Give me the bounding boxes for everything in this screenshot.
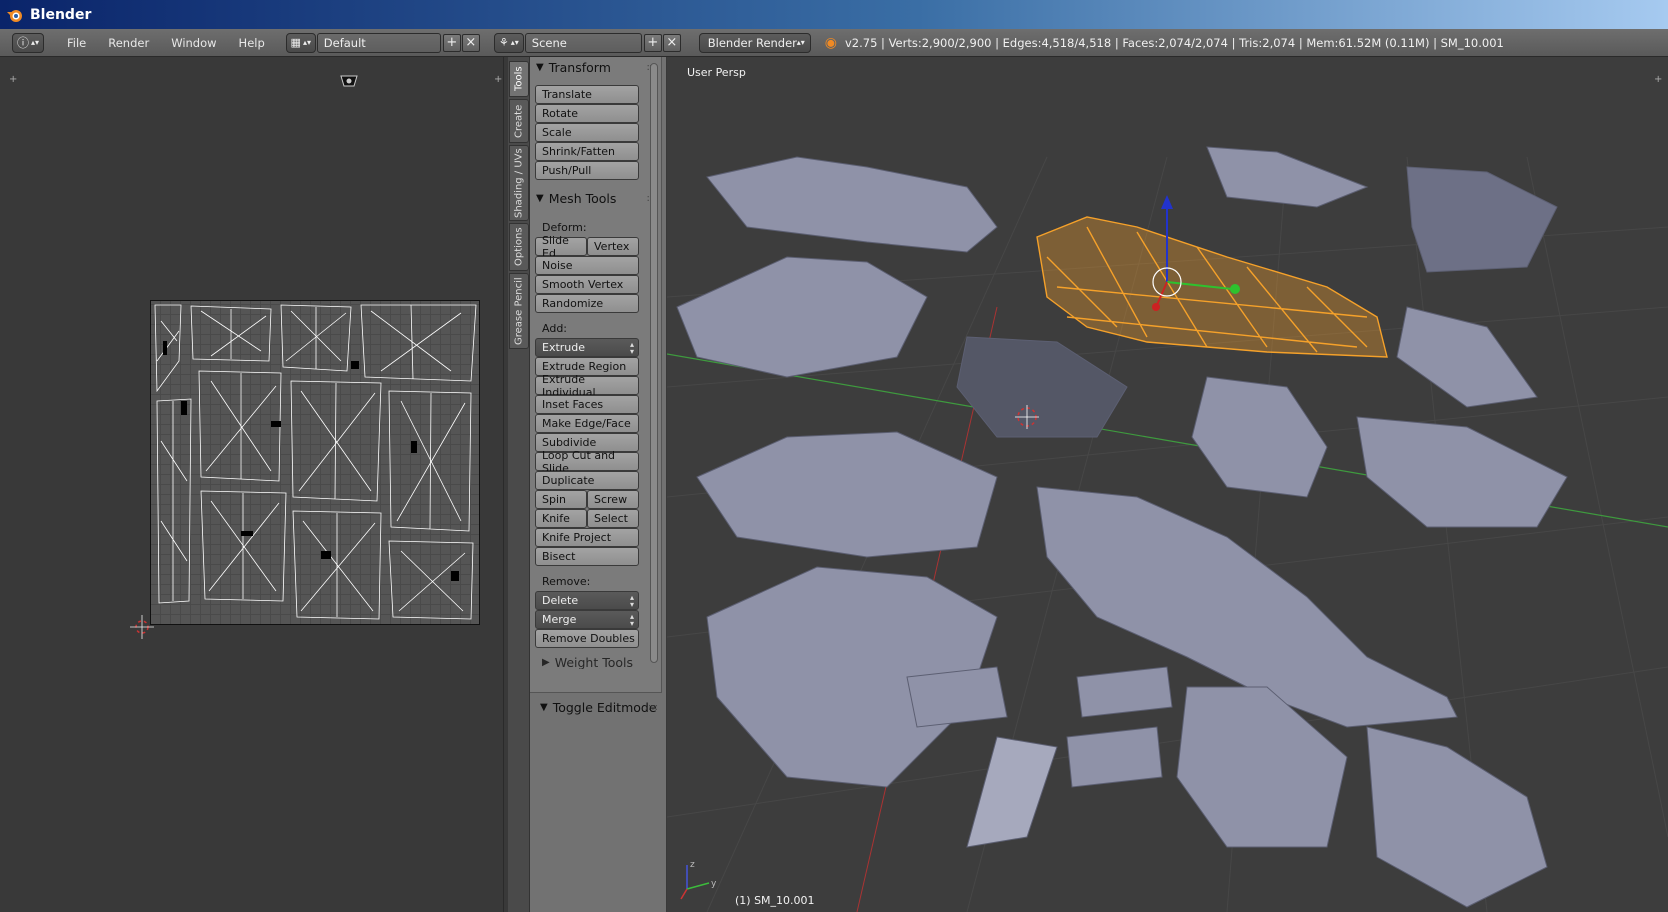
tab-tools[interactable]: Tools [509,61,529,97]
collapse-triangle-icon: ▼ [536,192,544,204]
spin-button[interactable]: Spin [535,490,587,509]
extrude-individual-button[interactable]: Extrude Individual [535,373,639,399]
tool-shelf: ▼ Transform :::: Translate Rotate Scale … [530,57,666,912]
dropdown-arrows-icon: ▴▾ [629,339,634,356]
slide-edge-button[interactable]: Slide Ed [535,234,587,260]
menu-window[interactable]: Window [160,36,227,50]
editor-type-button[interactable]: ⓘ ▴▾ [12,32,44,53]
remove-screen-button[interactable]: × [461,33,480,52]
blender-small-icon: ◉ [824,34,837,51]
area-split-plus-icon[interactable]: + [9,75,17,85]
svg-text:z: z [690,860,695,870]
view-axis-gizmo: z y [680,860,717,900]
3d-viewport[interactable]: z y User Persp (1) SM_10.001 + [667,57,1668,912]
blender-logo-icon [7,9,22,22]
weight-tools-title: Weight Tools [554,655,634,669]
extrude-dropdown[interactable]: Extrude ▴ ▾ [535,338,639,357]
menu-render[interactable]: Render [97,36,160,50]
merge-dropdown[interactable]: Merge ▴ ▾ [535,610,639,629]
remove-doubles-button[interactable]: Remove Doubles [535,629,639,648]
menu-file[interactable]: File [56,36,97,50]
mesh-tools-title: Mesh Tools [548,190,617,206]
randomize-button[interactable]: Randomize [535,294,639,313]
scene-icon: ⚘ [498,36,509,49]
title-bar: Blender [0,0,1668,29]
noise-button[interactable]: Noise [535,256,639,275]
uv-image-editor[interactable]: + + [6,57,504,912]
dropdown-arrows-icon: ▴▾ [796,38,805,47]
transform-panel-header[interactable]: ▼ Transform :::: [536,58,658,76]
scene-statistics: v2.75 | Verts:2,900/2,900 | Edges:4,518/… [844,35,1504,50]
tab-shading-uvs[interactable]: Shading / UVs [509,145,529,221]
slide-vertex-button[interactable]: Vertex [587,237,639,256]
transform-title: Transform [548,59,611,75]
rotate-button[interactable]: Rotate [535,104,639,123]
dropdown-arrows-icon: ▴▾ [629,592,634,609]
menu-help[interactable]: Help [228,36,276,50]
screen-layout-selector[interactable]: ▦ ▴▾ [285,32,316,53]
scene-field[interactable]: Scene [524,32,642,53]
merge-label: Merge [542,613,577,626]
info-icon: ⓘ [16,36,29,50]
tools-panel: ▼ Transform :::: Translate Rotate Scale … [530,57,662,693]
scene-selector[interactable]: ⚘ ▴▾ [493,32,524,53]
layout-grid-icon: ▦ [290,36,301,49]
add-label: Add: [542,322,568,335]
2d-cursor-icon[interactable] [130,615,154,639]
active-object-label: (1) SM_10.001 [735,894,815,907]
add-screen-button[interactable]: + [442,33,461,52]
tab-grease-pencil[interactable]: Grease Pencil [509,273,529,349]
translate-button[interactable]: Translate [535,85,639,104]
knife-select-button[interactable]: Select [587,509,639,528]
mesh-tools-panel-header[interactable]: ▼ Mesh Tools :::: [536,189,658,207]
add-scene-button[interactable]: + [643,33,662,52]
delete-label: Delete [542,594,579,607]
tab-options[interactable]: Options [509,223,529,271]
window-title: Blender [30,6,92,23]
toggle-editmode-panel-header[interactable]: ▼ Toggle Editmode :::: [530,697,666,717]
viewport-scene: z y [667,146,1668,912]
view-name-label: User Persp [687,66,746,79]
tool-tabs: Tools Create Shading / UVs Options Greas… [508,57,530,912]
uv-texture-canvas[interactable] [150,300,480,625]
inset-faces-button[interactable]: Inset Faces [535,395,639,414]
loop-cut-button[interactable]: Loop Cut and Slide [535,449,639,475]
screw-button[interactable]: Screw [587,490,639,509]
remove-scene-button[interactable]: × [662,33,681,52]
weight-tools-panel-header[interactable]: ▶ Weight Tools [536,655,658,669]
info-header: ⓘ ▴▾ File Render Window Help ▦ ▴▾ Default … [0,29,1668,57]
dropdown-arrows-icon: ▴▾ [629,611,634,628]
area-split-plus-icon[interactable]: + [494,75,502,85]
tab-create[interactable]: Create [509,99,529,143]
render-engine-dropdown[interactable]: Blender Render ▴▾ [698,32,811,53]
scale-button[interactable]: Scale [535,123,639,142]
tool-shelf-scrollbar[interactable] [650,63,658,663]
shrink-fatten-button[interactable]: Shrink/Fatten [535,142,639,161]
image-placeholder-icon [340,75,358,87]
extrude-label: Extrude [542,341,586,354]
collapse-triangle-icon: ▼ [536,61,544,73]
make-edge-face-button[interactable]: Make Edge/Face [535,414,639,433]
smooth-vertex-button[interactable]: Smooth Vertex [535,275,639,294]
duplicate-button[interactable]: Duplicate [535,471,639,490]
blender-window: Blender ⓘ ▴▾ File Render Window Help ▦ ▴▾ … [0,0,1668,912]
delete-dropdown[interactable]: Delete ▴ ▾ [535,591,639,610]
deform-label: Deform: [542,221,587,234]
area-split-plus-icon[interactable]: + [1654,75,1662,85]
render-engine-label: Blender Render [707,35,797,50]
expand-triangle-icon: ▶ [542,656,550,668]
toggle-editmode-title: Toggle Editmode [552,699,657,715]
svg-text:y: y [711,879,717,889]
knife-button[interactable]: Knife [535,509,587,528]
push-pull-button[interactable]: Push/Pull [535,161,639,180]
screen-layout-field[interactable]: Default [316,32,441,53]
collapse-triangle-icon: ▼ [540,701,548,713]
drag-grip-icon[interactable]: :::: [645,702,658,713]
uv-islands-wireframe [154,304,477,620]
knife-project-button[interactable]: Knife Project [535,528,639,547]
bisect-button[interactable]: Bisect [535,547,639,566]
remove-label: Remove: [542,575,591,588]
